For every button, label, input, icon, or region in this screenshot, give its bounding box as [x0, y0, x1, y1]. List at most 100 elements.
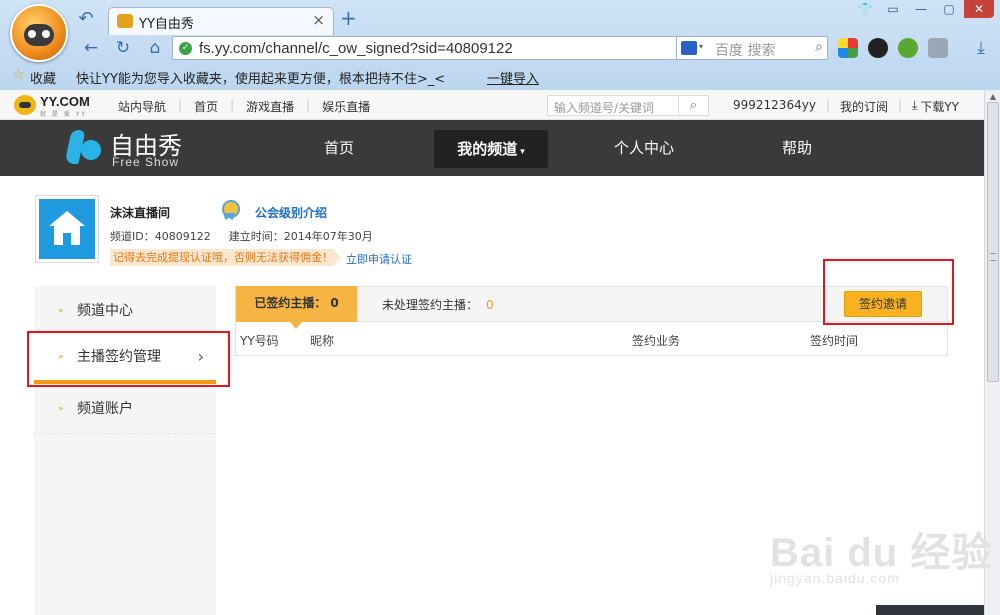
tab-pending-anchors[interactable]: 未处理签约主播： 0	[382, 296, 494, 313]
taskbar-fragment	[876, 605, 984, 615]
search-icon[interactable]: ⌕	[678, 96, 708, 115]
apply-certification-link[interactable]: 立即申请认证	[346, 251, 412, 267]
column-yy-number: YY号码	[240, 334, 279, 348]
favorites-bar: ☆ 收藏 快让YY能为您导入收藏夹，使用起来更方便，根本把持不住>_< 一键导入	[0, 64, 1000, 88]
secure-check-icon: ✓	[179, 42, 192, 55]
topnav-site-nav[interactable]: 站内导航	[118, 98, 166, 115]
mainnav-home-label: 首页	[323, 139, 354, 157]
channel-meta: 频道ID：40809122 建立时间：2014年07年30月	[110, 228, 373, 244]
mainnav-my-channel[interactable]: 我的频道 ▾	[434, 130, 548, 168]
close-window-icon[interactable]: ✕	[964, 0, 994, 18]
sidebar-item-label: 频道中心	[77, 303, 133, 319]
browser-search-placeholder: 百度 搜索	[715, 43, 776, 59]
download-icon[interactable]: ⤓	[970, 37, 992, 59]
feedback-icon[interactable]: ▭	[880, 0, 906, 18]
sidebar-item-channel-center[interactable]: » 频道中心	[34, 286, 216, 336]
bullet-icon: »	[58, 306, 64, 316]
scroll-thumb[interactable]	[987, 102, 999, 382]
tab-title: YY自由秀	[139, 17, 194, 32]
separator: |	[306, 98, 311, 112]
guild-medal-icon	[220, 200, 240, 220]
yy-favicon-icon	[117, 14, 133, 28]
window-controls: 👕 ▭ — ▢ ✕	[850, 0, 994, 20]
bullet-icon: »	[58, 404, 64, 414]
tab-signed-anchors[interactable]: 已签约主播： 0	[236, 286, 357, 329]
watermark-small: jingyan.baidu.com	[770, 570, 900, 586]
mainnav-help-label: 帮助	[781, 139, 812, 157]
free-show-mark-icon	[66, 130, 104, 166]
undo-close-tab-icon[interactable]: ↶	[74, 8, 98, 29]
apps-grid-icon[interactable]	[838, 38, 858, 58]
pending-anchors-label: 未处理签约主播：	[382, 298, 479, 312]
channel-name: 沫沫直播间	[110, 206, 171, 220]
signed-anchors-count: 0	[330, 296, 339, 310]
sidebar-item-channel-account[interactable]: » 频道账户	[34, 384, 216, 434]
topnav-home[interactable]: 首页	[194, 98, 218, 115]
channel-avatar	[36, 196, 98, 262]
signed-table-header: YY号码 昵称 签约业务 签约时间	[235, 322, 948, 356]
maximize-icon[interactable]: ▢	[936, 0, 962, 18]
browser-logo-icon[interactable]	[10, 4, 68, 62]
browser-search-box[interactable]: ▾ 百度 搜索 ⌕	[676, 36, 828, 60]
new-tab-button[interactable]: +	[340, 6, 357, 30]
site-top-bar: YY.COM 就 是 爱 YY 站内导航 | 首页 | 游戏直播 | 娱乐直播 …	[0, 90, 984, 120]
favorites-label[interactable]: 收藏	[30, 68, 56, 87]
minimize-icon[interactable]: —	[908, 0, 934, 18]
favorites-star-icon[interactable]: ☆	[12, 67, 25, 83]
game-icon[interactable]	[928, 38, 948, 58]
yy-logo[interactable]: YY.COM 就 是 爱 YY	[14, 94, 102, 118]
brand-en: Free Show	[112, 155, 180, 169]
username-link[interactable]: 999212364yy	[733, 98, 816, 115]
back-icon[interactable]: ←	[80, 37, 102, 59]
signed-anchors-label: 已签约主播：	[254, 296, 327, 310]
channel-search-input[interactable]: 输入频道号/关键词 ⌕	[547, 95, 709, 116]
column-nickname: 昵称	[310, 334, 335, 348]
separator: |	[897, 98, 903, 112]
highlight-box-invite	[823, 259, 954, 325]
yy-logo-sub: 就 是 爱 YY	[40, 111, 88, 118]
certification-notice: 记得去完成提现认证哦，否则无法获得佣金！	[110, 249, 341, 266]
sidebar-item-label: 频道账户	[77, 401, 133, 417]
mainnav-help[interactable]: 帮助	[766, 120, 828, 176]
baidu-paw-icon[interactable]	[681, 41, 697, 55]
chevron-down-icon: ▾	[520, 147, 525, 157]
yy-logo-text: YY.COM	[40, 94, 90, 109]
skin-icon[interactable]: 👕	[852, 0, 878, 18]
user-links: 999212364yy | 我的订阅 | ⤓ 下载YY	[733, 98, 959, 115]
pending-anchors-count: 0	[486, 298, 494, 312]
search-icon[interactable]: ⌕	[815, 39, 823, 55]
download-arrow-icon: ⤓	[912, 98, 918, 112]
favorites-tip: 快让YY能为您导入收藏夹，使用起来更方便，根本把持不住>_<	[76, 72, 446, 87]
mainnav-home[interactable]: 首页	[300, 120, 378, 176]
my-subscriptions-link[interactable]: 我的订阅	[840, 98, 888, 115]
channel-id: 频道ID：40809122	[110, 230, 211, 243]
column-sign-time: 签约时间	[810, 334, 859, 348]
baidu-jingyan-watermark: Bai du 经验 jingyan.baidu.com	[770, 520, 992, 586]
music-icon[interactable]	[898, 38, 918, 58]
site-header: 自由秀 Free Show 首页 我的频道 ▾ 个人中心 帮助	[0, 120, 984, 176]
engine-dropdown-icon[interactable]: ▾	[699, 42, 703, 51]
mainnav-personal-center[interactable]: 个人中心	[600, 120, 688, 176]
topnav-game-live[interactable]: 游戏直播	[246, 98, 294, 115]
refresh-icon[interactable]: ↻	[112, 37, 134, 59]
media-player-icon[interactable]	[868, 38, 888, 58]
address-bar[interactable]: ✓ fs.yy.com/channel/c_ow_signed?sid=4080…	[172, 36, 738, 60]
home-icon[interactable]: ⌂	[144, 37, 166, 59]
mainnav-my-channel-label: 我的频道	[457, 140, 518, 158]
guild-level-intro-link[interactable]: 公会级别介绍	[255, 204, 327, 221]
column-sign-business: 签约业务	[632, 334, 681, 348]
topnav-ent-live[interactable]: 娱乐直播	[322, 98, 370, 115]
separator: |	[825, 98, 830, 112]
separator: |	[178, 98, 183, 112]
scroll-up-icon[interactable]: ▲	[988, 92, 998, 102]
navigation-bar: ← ↻ ⌂ ✓ fs.yy.com/channel/c_ow_signed?si…	[72, 36, 1000, 62]
tab-close-icon[interactable]: ×	[312, 11, 325, 29]
channel-created-date: 建立时间：2014年07年30月	[228, 230, 373, 243]
import-favorites-link[interactable]: 一键导入	[487, 68, 539, 87]
free-show-logo[interactable]: 自由秀 Free Show	[66, 126, 216, 170]
browser-tab-active[interactable]: YY自由秀 ×	[108, 7, 334, 35]
browser-chrome: ↶ YY自由秀 × + 👕 ▭ — ▢ ✕ ← ↻ ⌂ ✓ fs.yy.com/…	[0, 0, 1000, 90]
home-icon	[49, 211, 85, 245]
download-yy-link[interactable]: 下载YY	[920, 98, 959, 115]
url-text[interactable]: fs.yy.com/channel/c_ow_signed?sid=408091…	[199, 40, 513, 57]
